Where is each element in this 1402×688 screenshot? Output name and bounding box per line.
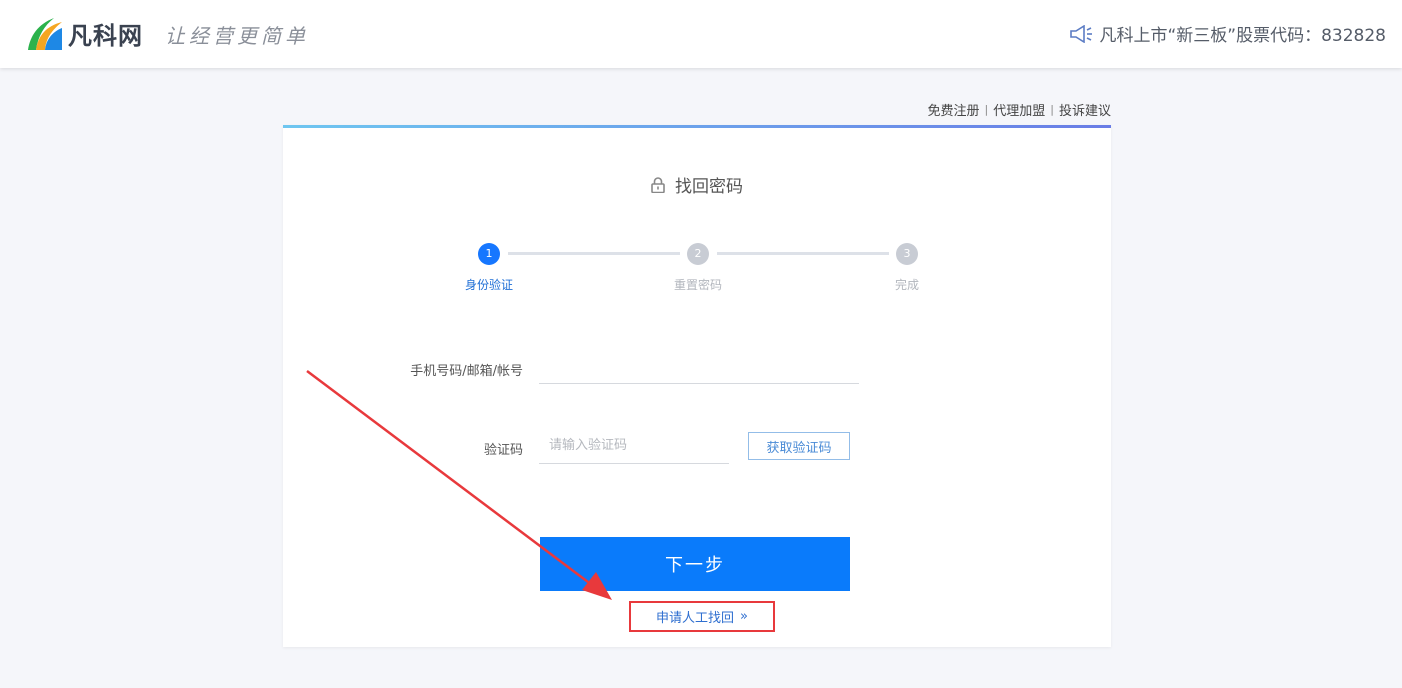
brand-slogan: 让经营更简单: [165, 24, 309, 48]
agent-join-link[interactable]: 代理加盟: [993, 100, 1045, 119]
manual-recovery-text: 申请人工找回: [656, 611, 735, 626]
fanke-logo-icon[interactable]: [24, 14, 64, 52]
speaker-icon: [1070, 24, 1093, 43]
account-input[interactable]: [539, 350, 859, 384]
manual-recovery-link[interactable]: 申请人工找回 »: [629, 601, 775, 632]
lock-icon: [651, 176, 665, 193]
brand-name[interactable]: 凡科网: [68, 16, 143, 51]
complaint-link[interactable]: 投诉建议: [1059, 100, 1111, 119]
stock-notice-text: 凡科上市“新三板”股票代码：832828: [1099, 26, 1386, 46]
top-header: 凡科网 让经营更简单 凡科上市“新三板”股票代码：832828: [0, 0, 1402, 68]
step-1-2-line: [508, 252, 680, 255]
link-separator: |: [1050, 103, 1054, 116]
step-3-label: 完成: [894, 278, 919, 292]
step-2-label: 重置密码: [673, 278, 722, 292]
step-1-circle: 1: [478, 243, 500, 265]
stock-notice: 凡科上市“新三板”股票代码：832828: [1069, 21, 1386, 46]
verification-code-input[interactable]: [539, 428, 729, 464]
step-3-circle: 3: [896, 243, 918, 265]
account-label: 手机号码/邮箱/帐号: [410, 364, 523, 379]
page-title: 找回密码: [283, 172, 1111, 197]
recover-password-card: 找回密码 1 2 3 身份验证 重置密码 完成 手机号码/邮箱/帐号 验证码 获…: [283, 125, 1111, 647]
double-chevron-right-icon: »: [740, 609, 748, 624]
card-top-gradient: [283, 125, 1111, 128]
step-2-circle: 2: [687, 243, 709, 265]
free-register-link[interactable]: 免费注册: [928, 100, 980, 119]
top-links: 免费注册 | 代理加盟 | 投诉建议: [928, 100, 1111, 119]
page-title-text: 找回密码: [675, 177, 743, 197]
step-2-3-line: [717, 252, 889, 255]
step-1-label: 身份验证: [464, 278, 513, 292]
link-separator: |: [984, 103, 989, 116]
next-step-button[interactable]: 下一步: [540, 537, 850, 591]
get-code-button[interactable]: 获取验证码: [748, 432, 850, 460]
code-label: 验证码: [483, 443, 523, 458]
